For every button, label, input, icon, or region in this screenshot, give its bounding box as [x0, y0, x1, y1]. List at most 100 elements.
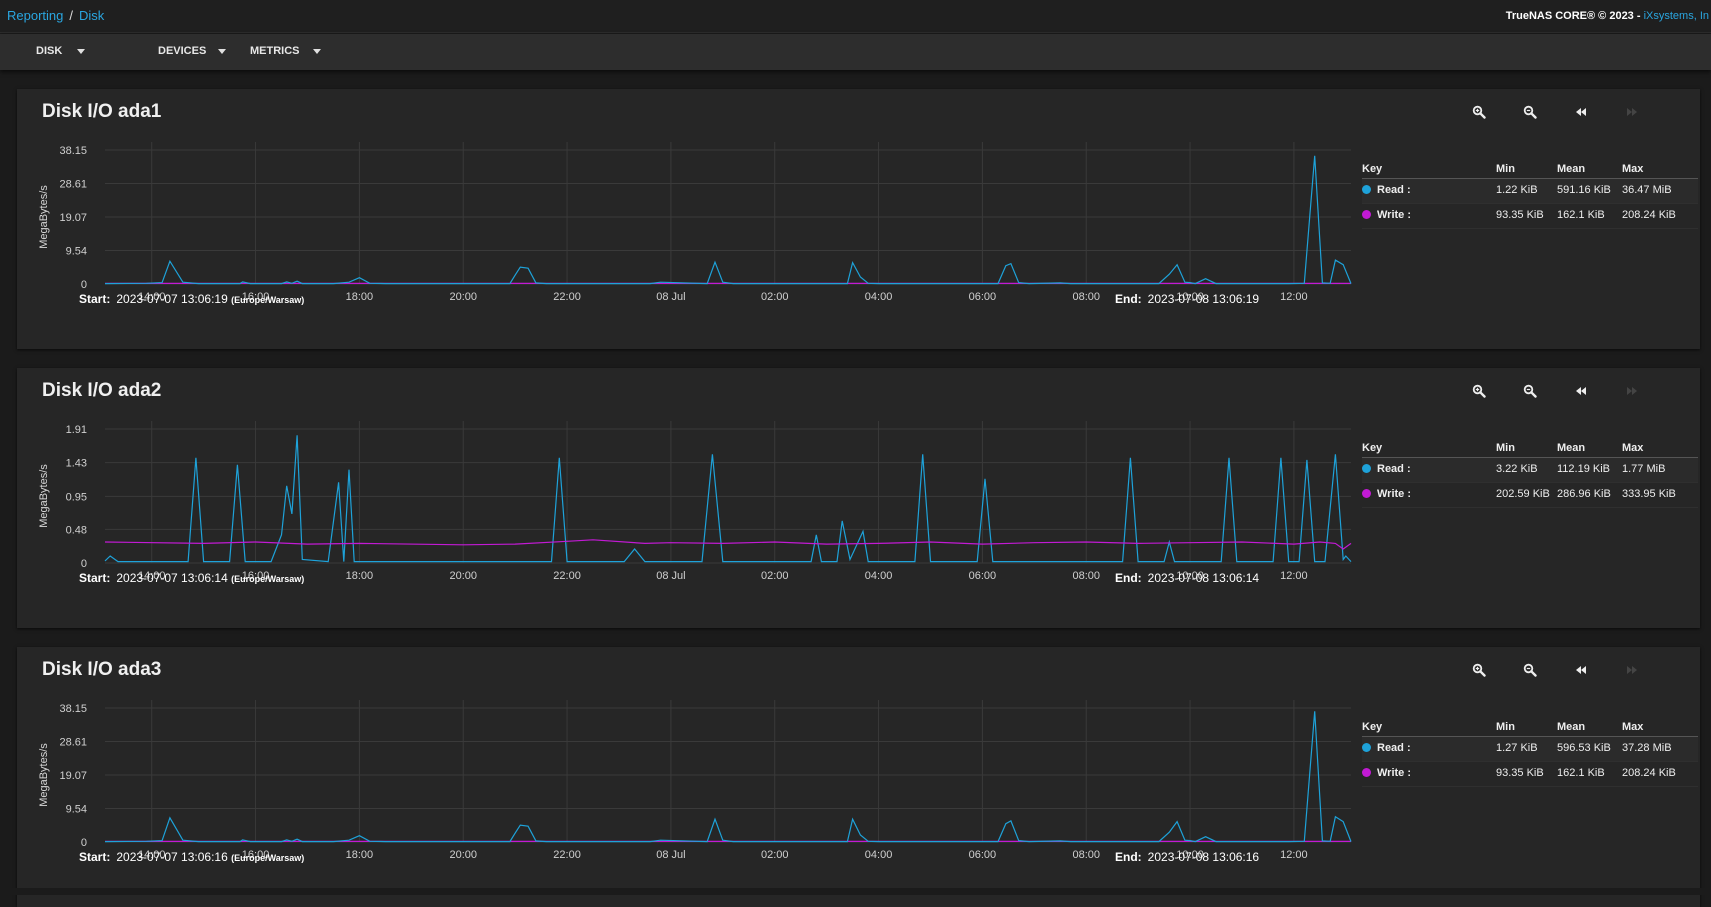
x-tick-label: 18:00: [346, 291, 374, 303]
x-tick-label: 02:00: [761, 849, 789, 861]
legend-min-value: 202.59 KiB: [1496, 488, 1550, 500]
legend-mean-value: 112.19 KiB: [1557, 463, 1611, 475]
zoom-out-icon: [1523, 384, 1537, 402]
zoom-out-button[interactable]: [1523, 384, 1545, 402]
x-tick-label: 22:00: [553, 849, 581, 861]
breadcrumb-disk-link[interactable]: Disk: [79, 8, 104, 23]
x-tick-label: 02:00: [761, 570, 789, 582]
x-tick-label: 20:00: [449, 291, 477, 303]
x-tick-label: 08 Jul: [656, 291, 685, 303]
end-time: End: 2023-07-08 13:06:16: [1115, 850, 1259, 864]
forward-icon: [1625, 385, 1639, 402]
timezone-label: (Europe/Warsaw): [231, 295, 305, 305]
timezone-label: (Europe/Warsaw): [231, 853, 305, 863]
end-label: End:: [1115, 571, 1142, 585]
x-tick-label: 08:00: [1072, 570, 1100, 582]
legend-row-read: Read : 3.22 KiB 112.19 KiB 1.77 MiB: [1362, 458, 1698, 483]
end-value: 2023-07-08 13:06:14: [1147, 571, 1260, 585]
legend-series-name: Read :: [1377, 742, 1411, 754]
y-tick-label: 0: [81, 279, 87, 291]
legend-header-min: Min: [1496, 442, 1515, 454]
step-forward-button[interactable]: [1625, 384, 1647, 402]
metrics-menu-button[interactable]: METRICS: [250, 45, 321, 57]
legend-min-value: 93.35 KiB: [1496, 767, 1544, 779]
legend-header-min: Min: [1496, 163, 1515, 175]
step-forward-button[interactable]: [1625, 663, 1647, 681]
legend-series-name: Write :: [1377, 767, 1412, 779]
y-axis-label: MegaBytes/s: [38, 464, 50, 528]
breadcrumb-reporting-link[interactable]: Reporting: [7, 8, 63, 23]
y-tick-label: 19.07: [59, 770, 87, 782]
zoom-in-button[interactable]: [1472, 384, 1494, 402]
write-series-line: [104, 539, 1352, 550]
legend-header-mean: Mean: [1557, 163, 1586, 175]
legend-mean-value: 286.96 KiB: [1557, 488, 1611, 500]
zoom-out-button[interactable]: [1523, 663, 1545, 681]
legend-table: Key Min Mean Max Read : 1.22 KiB 591.16 KiB 36.…: [1362, 161, 1698, 229]
legend-header: Key Min Mean Max: [1362, 719, 1698, 737]
breadcrumb: Reporting / Disk: [7, 8, 104, 23]
y-axis-label: MegaBytes/s: [38, 185, 50, 249]
series-color-dot: [1362, 210, 1371, 219]
series-color-dot: [1362, 464, 1371, 473]
end-time: End: 2023-07-08 13:06:19: [1115, 292, 1259, 306]
legend-header-key: Key: [1362, 721, 1383, 733]
step-forward-button[interactable]: [1625, 105, 1647, 123]
y-tick-label: 1.91: [66, 424, 87, 436]
step-back-button[interactable]: [1574, 384, 1596, 402]
start-value: 2023-07-07 13:06:14: [116, 571, 228, 585]
legend-row-write: Write : 93.35 KiB 162.1 KiB 208.24 KiB: [1362, 762, 1698, 787]
top-bar: Reporting / Disk TrueNAS CORE® © 2023 - iX…: [0, 0, 1711, 33]
step-back-button[interactable]: [1574, 105, 1596, 123]
y-tick-label: 0.48: [66, 524, 87, 536]
y-tick-label: 28.61: [59, 737, 87, 749]
disk-io-card-ada2: Disk I/O ada2 0 0.48 0.95 1.43 1.91 14:00 16:00…: [17, 368, 1700, 628]
legend-header: Key Min Mean Max: [1362, 440, 1698, 458]
start-label: Start:: [79, 850, 111, 864]
y-tick-label: 9.54: [66, 245, 87, 257]
x-tick-label: 04:00: [865, 570, 893, 582]
zoom-out-button[interactable]: [1523, 105, 1545, 123]
zoom-in-button[interactable]: [1472, 105, 1494, 123]
legend-series-name: Read :: [1377, 184, 1411, 196]
legend-row-read: Read : 1.27 KiB 596.53 KiB 37.28 MiB: [1362, 737, 1698, 762]
step-back-button[interactable]: [1574, 663, 1596, 681]
legend-row-write: Write : 93.35 KiB 162.1 KiB 208.24 KiB: [1362, 204, 1698, 229]
series-color-dot: [1362, 489, 1371, 498]
legend-key: Write :: [1362, 488, 1411, 500]
timezone-label: (Europe/Warsaw): [231, 574, 305, 584]
zoom-in-icon: [1472, 663, 1486, 681]
x-tick-label: 08:00: [1072, 291, 1100, 303]
end-label: End:: [1115, 850, 1142, 864]
legend-mean-value: 591.16 KiB: [1557, 184, 1611, 196]
copyright-text: TrueNAS CORE® © 2023 - iXsystems, In: [1506, 10, 1709, 22]
devices-menu-button[interactable]: DEVICES: [158, 45, 226, 57]
legend-header: Key Min Mean Max: [1362, 161, 1698, 179]
x-tick-label: 04:00: [865, 291, 893, 303]
line-chart: 00.480.951.431.9114:00 16:00 18:00 20:00 22:…: [38, 421, 1352, 582]
x-tick-label: 06:00: [969, 849, 997, 861]
start-time: Start: 2023-07-07 13:06:19 (Europe/Warsaw…: [79, 292, 304, 306]
legend-header-key: Key: [1362, 442, 1383, 454]
copyright-label: TrueNAS CORE® © 2023 -: [1505, 10, 1644, 22]
chevron-down-icon: [313, 49, 321, 54]
legend-max-value: 36.47 MiB: [1622, 184, 1672, 196]
start-time: Start: 2023-07-07 13:06:14 (Europe/Warsaw…: [79, 571, 304, 585]
forward-icon: [1625, 106, 1639, 123]
rewind-icon: [1574, 385, 1588, 402]
x-tick-label: 06:00: [969, 291, 997, 303]
start-label: Start:: [79, 292, 111, 306]
legend-min-value: 3.22 KiB: [1496, 463, 1538, 475]
x-tick-label: 20:00: [449, 849, 477, 861]
line-chart: 09.5419.0728.6138.1514:00 16:00 18:00 20:00…: [38, 142, 1352, 303]
x-tick-label: 02:00: [761, 291, 789, 303]
x-tick-label: 20:00: [449, 570, 477, 582]
disk-menu-button[interactable]: DISK: [36, 45, 85, 57]
legend-max-value: 208.24 KiB: [1622, 209, 1676, 221]
zoom-in-button[interactable]: [1472, 663, 1494, 681]
y-tick-label: 0: [81, 558, 87, 570]
end-value: 2023-07-08 13:06:16: [1147, 850, 1260, 864]
ixsystems-link[interactable]: iXsystems, In: [1644, 10, 1709, 22]
y-tick-label: 0: [81, 837, 87, 849]
start-label: Start:: [79, 571, 111, 585]
